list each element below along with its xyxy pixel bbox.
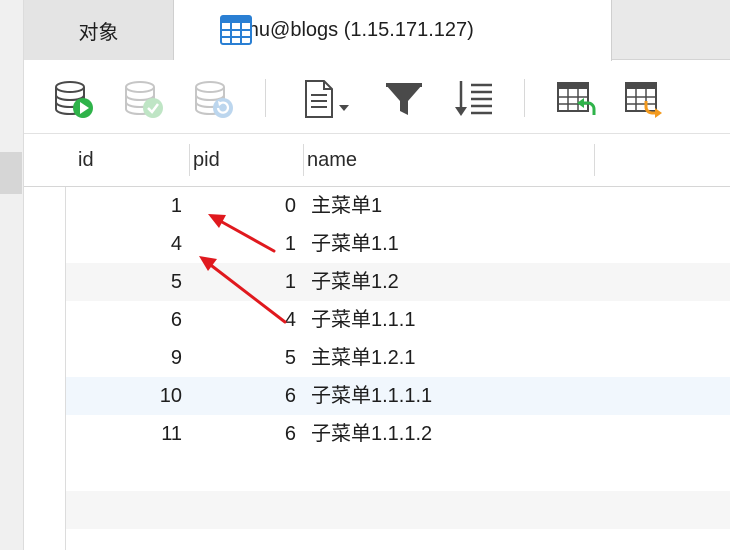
- sort-icon[interactable]: [452, 77, 496, 121]
- cell-name[interactable]: 子菜单1.1.1.1: [311, 377, 611, 415]
- toolbar-separator: [265, 79, 266, 117]
- export-icon[interactable]: [622, 77, 666, 121]
- table-row[interactable]: 6 4 子菜单1.1.1: [24, 301, 730, 339]
- cell-id[interactable]: 6: [66, 301, 182, 339]
- grid-header: id pid name: [24, 134, 730, 187]
- cell-pid[interactable]: 1: [190, 263, 296, 301]
- cell-id[interactable]: 4: [66, 225, 182, 263]
- tab-table-label: menu@blogs (1.15.171.127): [220, 19, 474, 41]
- cell-name[interactable]: 子菜单1.2: [311, 263, 611, 301]
- text-view-icon[interactable]: [300, 77, 356, 121]
- table-row[interactable]: 4 1 子菜单1.1: [24, 225, 730, 263]
- cell-id[interactable]: 1: [66, 187, 182, 225]
- table-row[interactable]: 10 6 子菜单1.1.1.1: [24, 377, 730, 415]
- table-icon: [220, 15, 252, 45]
- toolbar-separator: [524, 79, 525, 117]
- cell-name[interactable]: 主菜单1: [311, 187, 611, 225]
- tab-table-menu[interactable]: menu@blogs (1.15.171.127): [174, 0, 612, 61]
- cell-pid[interactable]: 1: [190, 225, 296, 263]
- tab-bar: 对象 menu@blogs (1.15.171.127): [24, 0, 730, 61]
- cell-name[interactable]: 子菜单1.1: [311, 225, 611, 263]
- cell-name[interactable]: 子菜单1.1.1.2: [311, 415, 611, 453]
- filter-icon[interactable]: [382, 77, 426, 121]
- empty-row: [24, 453, 730, 491]
- cell-pid[interactable]: 5: [190, 339, 296, 377]
- tab-objects-label: 对象: [78, 21, 119, 44]
- column-header-id[interactable]: id: [78, 134, 94, 187]
- column-header-pid[interactable]: pid: [193, 134, 220, 187]
- empty-row: [24, 491, 730, 529]
- data-grid: id pid name 1 0 主菜单1 4 1 子菜单1.1 5 1 子菜单1…: [24, 134, 730, 550]
- gutter-selection-marker: [0, 152, 22, 194]
- toolbar: [24, 61, 730, 134]
- cell-pid[interactable]: 0: [190, 187, 296, 225]
- table-row[interactable]: 1 0 主菜单1: [24, 187, 730, 225]
- tab-objects[interactable]: 对象: [24, 0, 174, 60]
- cell-id[interactable]: 10: [66, 377, 182, 415]
- column-divider[interactable]: [303, 144, 304, 176]
- column-divider[interactable]: [189, 144, 190, 176]
- cell-pid[interactable]: 6: [190, 377, 296, 415]
- table-row[interactable]: 11 6 子菜单1.1.1.2: [24, 415, 730, 453]
- left-gutter: [0, 0, 24, 550]
- cell-name[interactable]: 子菜单1.1.1: [311, 301, 611, 339]
- row-selector-column: [24, 187, 66, 550]
- table-row[interactable]: 5 1 子菜单1.2: [24, 263, 730, 301]
- cell-id[interactable]: 11: [66, 415, 182, 453]
- commit-icon: [125, 81, 163, 118]
- rollback-icon: [195, 81, 233, 118]
- cell-pid[interactable]: 4: [190, 301, 296, 339]
- column-divider[interactable]: [594, 144, 595, 176]
- import-icon[interactable]: [554, 77, 598, 121]
- column-header-name[interactable]: name: [307, 134, 357, 187]
- table-row[interactable]: 9 5 主菜单1.2.1: [24, 339, 730, 377]
- begin-transaction-icon[interactable]: [52, 77, 96, 121]
- cell-name[interactable]: 主菜单1.2.1: [311, 339, 611, 377]
- cell-id[interactable]: 5: [66, 263, 182, 301]
- cell-id[interactable]: 9: [66, 339, 182, 377]
- cell-pid[interactable]: 6: [190, 415, 296, 453]
